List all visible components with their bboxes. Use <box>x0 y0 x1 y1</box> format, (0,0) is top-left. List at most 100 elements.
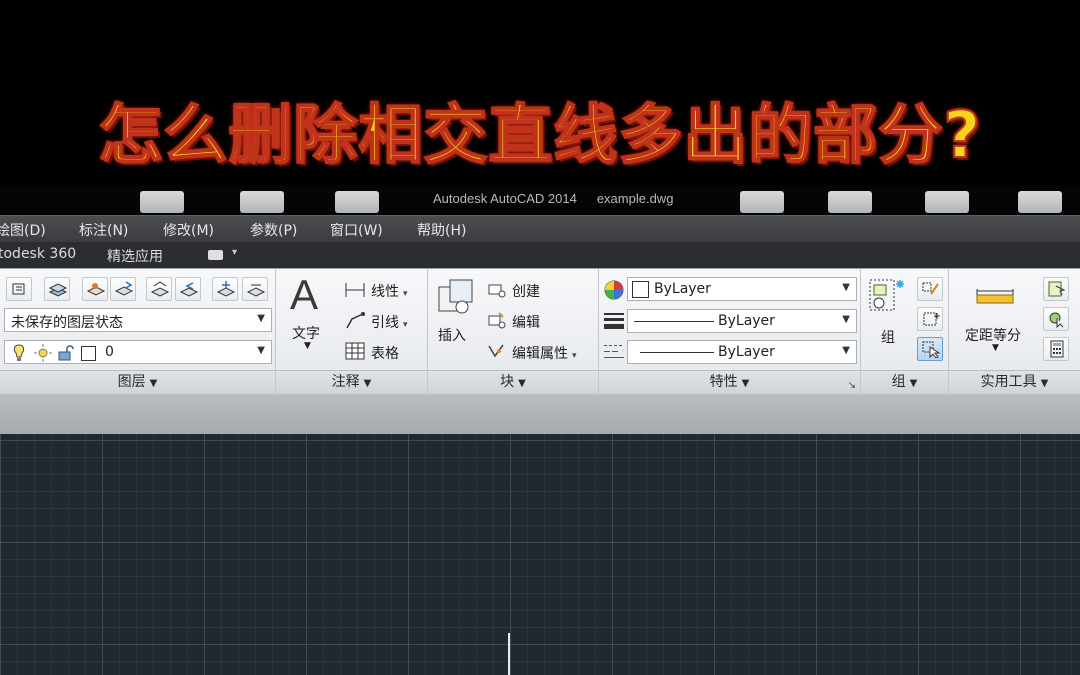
layer-states-icon[interactable] <box>44 277 70 301</box>
tab-featured-apps[interactable]: 精选应用 <box>107 246 163 266</box>
layer-color-swatch <box>81 346 96 361</box>
chevron-down-icon: ▼ <box>1040 378 1049 389</box>
layer-combo[interactable]: 0 ▼ <box>4 340 272 364</box>
calculator-icon[interactable] <box>1043 337 1069 361</box>
panel-annotation: A 文字 ▼ 线性 ▾ 引线 ▾ 表格 注释 ▼ <box>276 269 428 394</box>
chevron-down-icon: ▼ <box>257 313 265 324</box>
menu-modify[interactable]: 修改(M) <box>163 220 214 240</box>
measure-label[interactable]: 定距等分 <box>965 325 1021 345</box>
unlock-icon <box>58 345 74 361</box>
panel-footer-block[interactable]: 块 ▼ <box>428 370 598 394</box>
titlebar-ghost-icon <box>740 191 784 213</box>
quick-select-icon[interactable] <box>1043 277 1069 301</box>
panel-group: 组 组 ▼ <box>861 269 949 394</box>
linetype-icon[interactable] <box>603 342 625 362</box>
banner-title: 怎么删除相交直线多出的部分? <box>97 98 982 174</box>
edit-attribute-icon <box>488 344 504 358</box>
line-preview <box>640 352 714 353</box>
lineweight-combo[interactable]: ByLayer ▼ <box>627 309 857 333</box>
lightbulb-icon <box>13 344 25 361</box>
chevron-down-icon: ▼ <box>909 378 918 389</box>
panel-title: 注释 <box>331 374 360 390</box>
panel-title: 块 <box>500 374 515 390</box>
group-icon[interactable] <box>867 277 911 317</box>
ribbon-toggle-caret-icon[interactable]: ▾ <box>232 247 237 258</box>
ribbon: 未保存的图层状态 ▼ 0 ▼ 图层 ▼ A 文字 ▼ 线性 ▾ 引线 ▾ 表格 注释 ▼… <box>0 268 1080 396</box>
group-label[interactable]: 组 <box>881 327 895 347</box>
select-similar-icon[interactable] <box>1043 307 1069 331</box>
menu-parametric[interactable]: 参数(P) <box>250 220 297 240</box>
menu-dimension[interactable]: 标注(N) <box>79 220 128 240</box>
chevron-down-icon: ▼ <box>518 378 526 389</box>
lineweight-icon[interactable] <box>603 311 625 331</box>
line-preview <box>634 321 714 322</box>
text-tool-icon[interactable]: A <box>290 273 330 317</box>
panel-footer-group[interactable]: 组 ▼ <box>861 370 948 394</box>
panel-footer-utilities[interactable]: 实用工具 ▼ <box>949 370 1080 394</box>
layer-match-icon[interactable] <box>146 277 172 301</box>
panel-title: 实用工具 <box>980 374 1037 390</box>
menu-draw[interactable]: 绘图(D) <box>0 220 46 240</box>
chevron-down-icon: ▼ <box>842 345 850 356</box>
chevron-down-icon: ▼ <box>149 378 158 389</box>
color-combo[interactable]: ByLayer ▼ <box>627 277 857 301</box>
titlebar-ghost-icon <box>140 191 184 213</box>
chevron-down-icon: ▼ <box>741 378 750 389</box>
app-name: Autodesk AutoCAD 2014 <box>433 191 577 206</box>
create-block-button[interactable]: 创建 <box>512 281 540 301</box>
insert-block-icon[interactable] <box>436 277 476 319</box>
chevron-down-icon: ▼ <box>257 345 265 356</box>
panel-footer-properties[interactable]: 特性 ▼ <box>599 370 860 394</box>
linear-dimension-icon <box>345 283 365 297</box>
panel-title: 特性 <box>709 374 738 390</box>
ribbon-toggle-icon[interactable] <box>208 250 223 260</box>
drawing-canvas[interactable] <box>0 434 1080 675</box>
panel-properties: ByLayer ▼ ByLayer ▼ ByLayer ▼ 特性 ▼ ↘ <box>599 269 861 394</box>
layer-state-value: 未保存的图层状态 <box>11 315 123 331</box>
measure-icon[interactable] <box>975 283 1015 311</box>
linetype-combo[interactable]: ByLayer ▼ <box>627 340 857 364</box>
panel-footer-layers[interactable]: 图层 ▼ <box>0 370 275 394</box>
panel-block: 插入 创建 编辑 编辑属性 ▾ 块 ▼ <box>428 269 599 394</box>
edit-block-icon <box>488 312 506 329</box>
video-title-banner: 怎么删除相交直线多出的部分? <box>0 0 1080 185</box>
layer-previous-icon[interactable] <box>175 277 201 301</box>
menu-window[interactable]: 窗口(W) <box>330 220 383 240</box>
layer-state-combo[interactable]: 未保存的图层状态 ▼ <box>4 308 272 332</box>
create-block-icon <box>488 284 506 298</box>
linear-dimension-button[interactable]: 线性 ▾ <box>371 281 408 301</box>
window-title: Autodesk AutoCAD 2014 example.dwg <box>433 191 673 206</box>
chevron-down-icon[interactable]: ▼ <box>992 343 999 353</box>
layer-isolate-icon[interactable] <box>82 277 108 301</box>
leader-icon <box>346 312 365 329</box>
dialog-launcher-icon[interactable]: ↘ <box>848 380 856 391</box>
group-edit-icon[interactable] <box>917 307 943 331</box>
titlebar-ghost-icon <box>828 191 872 213</box>
color-swatch <box>632 281 649 298</box>
edit-attribute-button[interactable]: 编辑属性 ▾ <box>512 343 577 363</box>
chevron-down-icon[interactable]: ▼ <box>304 341 311 351</box>
layer-unisolate-icon[interactable] <box>110 277 136 301</box>
color-value: ByLayer <box>654 281 711 297</box>
panel-title: 组 <box>891 374 906 390</box>
tab-autodesk-360[interactable]: todesk 360 <box>0 246 76 262</box>
color-wheel-icon[interactable] <box>603 279 625 301</box>
table-button[interactable]: 表格 <box>371 343 399 363</box>
leader-button[interactable]: 引线 ▾ <box>371 312 408 332</box>
insert-label[interactable]: 插入 <box>438 325 466 345</box>
panel-footer-annotation[interactable]: 注释 ▼ <box>276 370 427 394</box>
layer-freeze-icon[interactable] <box>212 277 238 301</box>
panel-utilities: 定距等分 ▼ 实用工具 ▼ <box>949 269 1080 394</box>
titlebar-ghost-icon <box>335 191 379 213</box>
ungroup-icon[interactable] <box>917 277 943 301</box>
panel-layers: 未保存的图层状态 ▼ 0 ▼ 图层 ▼ <box>0 269 276 394</box>
edit-block-button[interactable]: 编辑 <box>512 312 540 332</box>
text-tool-label[interactable]: 文字 <box>292 323 320 343</box>
menu-help[interactable]: 帮助(H) <box>417 220 466 240</box>
panel-title: 图层 <box>117 374 146 390</box>
ribbon-tab-bar: todesk 360 精选应用 ▾ <box>0 242 1080 268</box>
layer-properties-icon[interactable] <box>6 277 32 301</box>
crosshair-cursor <box>508 633 510 675</box>
group-selection-icon[interactable] <box>917 337 943 361</box>
layer-lock-icon[interactable] <box>242 277 268 301</box>
